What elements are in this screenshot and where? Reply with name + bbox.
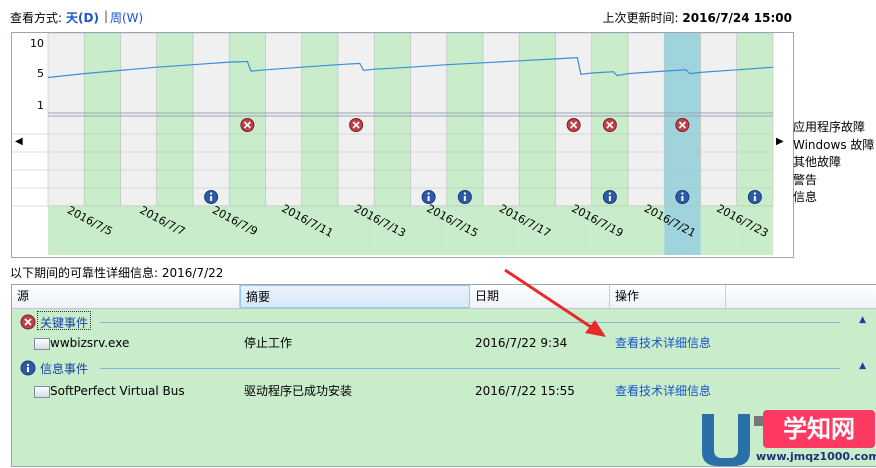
group-divider	[100, 322, 840, 323]
column-header-source[interactable]: 源	[12, 285, 240, 308]
event-source: wwbizsrv.exe	[50, 336, 130, 350]
info-icon-dot	[608, 192, 611, 195]
event-date: 2016/7/22 9:34	[475, 336, 568, 350]
group-label: 信息事件	[40, 362, 89, 376]
details-title: 以下期间的可靠性详细信息: 2016/7/22	[10, 266, 224, 280]
application-icon	[34, 338, 50, 350]
view-week-link[interactable]: 周(W)	[110, 9, 143, 26]
category-labels: 应用程序故障 Windows 故障 其他故障 警告 信息	[793, 119, 874, 207]
category-label: Windows 故障	[793, 137, 875, 152]
view-separator: |	[104, 9, 109, 23]
category-label: 其他故障	[793, 155, 842, 169]
info-icon-dot	[463, 192, 466, 195]
event-source: SoftPerfect Virtual Bus	[50, 384, 185, 398]
info-icon-dot	[210, 192, 213, 195]
column-header-date[interactable]: 日期	[470, 285, 610, 308]
day-column[interactable]	[700, 33, 738, 207]
info-icon-bar	[681, 196, 684, 201]
day-column[interactable]	[410, 33, 448, 207]
group-info-events[interactable]: 信息事件 ▲	[20, 358, 876, 378]
y-tick-label: 1	[37, 99, 44, 112]
table-header: 源 摘要 日期 操作	[12, 285, 876, 309]
reliability-chart-svg[interactable]: 10512016/7/5 2016/7/7 2016/7/9 2016/7/11 201…	[12, 33, 793, 257]
day-column[interactable]	[301, 33, 339, 207]
watermark-text: 学知网	[763, 410, 875, 448]
category-label: 应用程序故障	[793, 120, 866, 134]
info-icon-bar	[753, 196, 756, 201]
y-tick-label: 10	[30, 37, 44, 50]
day-column[interactable]	[47, 33, 85, 207]
last-update-label: 上次更新时间:	[602, 11, 679, 25]
info-icon-dot	[681, 192, 684, 195]
info-icon-dot	[753, 192, 756, 195]
driver-icon	[34, 386, 50, 398]
watermark-url: www.jmqz1000.com	[756, 450, 876, 463]
day-column[interactable]	[156, 33, 194, 207]
day-column[interactable]	[192, 33, 230, 207]
collapse-icon[interactable]: ▲	[859, 315, 866, 325]
last-update-value: 2016/7/24 15:00	[682, 11, 792, 25]
info-icon-dot	[427, 192, 430, 195]
day-column[interactable]	[373, 33, 411, 207]
scroll-right-icon[interactable]: ▶	[776, 136, 784, 147]
scroll-left-icon[interactable]: ◀	[15, 136, 23, 147]
info-icon	[20, 360, 36, 376]
day-column[interactable]	[446, 33, 484, 207]
view-mode-label: 查看方式:	[10, 11, 63, 25]
column-header-action[interactable]: 操作	[610, 285, 726, 308]
day-column[interactable]	[482, 33, 520, 207]
info-icon-bar	[210, 196, 213, 201]
collapse-icon[interactable]: ▲	[859, 361, 866, 371]
focus-rectangle	[37, 311, 91, 330]
event-summary: 驱动程序已成功安装	[244, 384, 353, 398]
view-toolbar: 查看方式: 天(D) | 周(W) 上次更新时间: 2016/7/24 15:0…	[0, 0, 876, 32]
day-column[interactable]	[120, 33, 158, 207]
info-icon-bar	[427, 196, 430, 201]
info-icon-bar	[608, 196, 611, 201]
day-column[interactable]	[627, 33, 665, 207]
day-column[interactable]	[736, 33, 774, 207]
category-label: 信息	[793, 190, 818, 204]
view-technical-details-link[interactable]: 查看技术详细信息	[615, 382, 711, 400]
category-label: 警告	[793, 172, 818, 187]
view-day-link[interactable]: 天(D)	[66, 9, 99, 26]
group-divider	[100, 368, 840, 369]
day-column[interactable]	[83, 33, 121, 207]
column-header-summary[interactable]: 摘要	[240, 285, 470, 308]
view-technical-details-link[interactable]: 查看技术详细信息	[615, 334, 711, 352]
day-column[interactable]	[265, 33, 303, 207]
last-update: 上次更新时间: 2016/7/24 15:00	[603, 9, 792, 26]
error-icon	[20, 314, 36, 330]
event-summary: 停止工作	[244, 336, 293, 350]
event-date: 2016/7/22 15:55	[475, 384, 575, 398]
y-tick-label: 5	[37, 67, 44, 80]
info-icon-bar	[463, 196, 466, 201]
group-critical-events[interactable]: 关键事件 ▲	[20, 312, 876, 332]
reliability-chart[interactable]: 10 5 1 2016/7/5 2016/7/7 2016/7/9 2016/7/11 201…	[11, 32, 794, 258]
